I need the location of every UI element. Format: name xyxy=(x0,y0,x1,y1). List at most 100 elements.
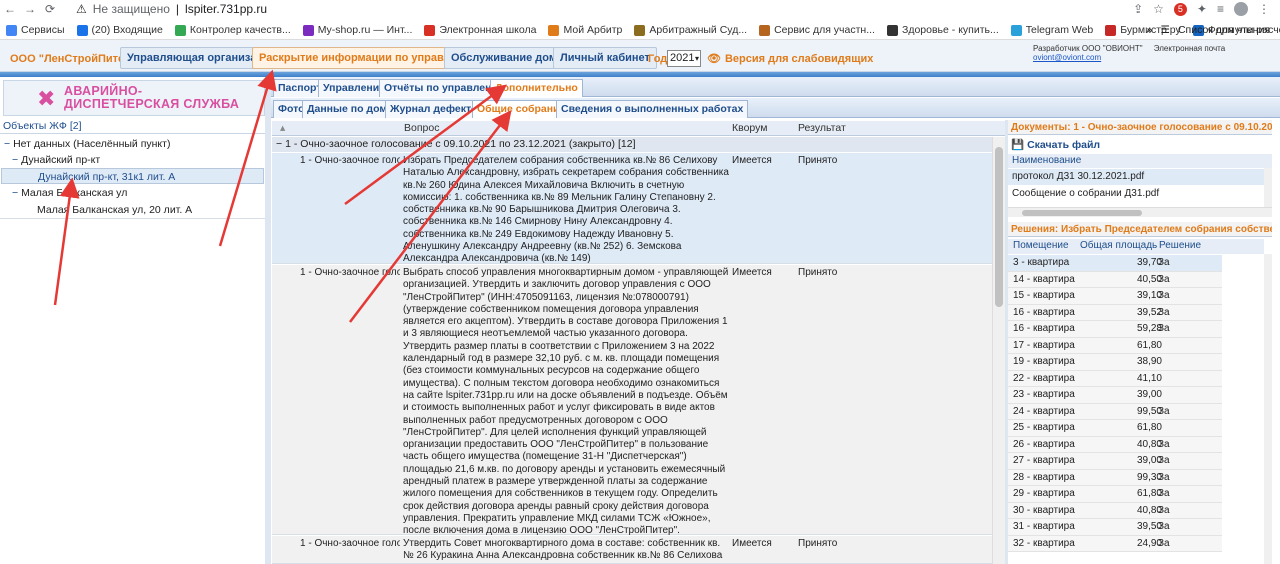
decision-cell-premises: 26 - квартира xyxy=(1013,438,1075,450)
documents-hscrollbar[interactable] xyxy=(1008,207,1272,217)
column-result[interactable]: Результат xyxy=(798,122,846,134)
column-question[interactable]: Вопрос xyxy=(404,122,439,134)
back-icon[interactable]: ← xyxy=(0,2,20,16)
bookmark-item[interactable]: Telegram Web xyxy=(1005,24,1100,36)
bookmark-label: Сервис для участн... xyxy=(774,24,875,36)
decision-cell-premises: 25 - квартира xyxy=(1013,422,1075,433)
developer-info: Разработчик ООО "ОВИОНТ" Электронная поч… xyxy=(1033,44,1280,62)
collapse-icon[interactable]: − xyxy=(12,187,18,199)
splitter[interactable] xyxy=(265,77,271,564)
extension-badge[interactable]: 5 xyxy=(1173,2,1187,16)
star-icon[interactable]: ☆ xyxy=(1153,2,1164,16)
decision-row[interactable]: 23 - квартира 39,00 xyxy=(1008,387,1222,404)
decision-row[interactable]: 19 - квартира 38,90 xyxy=(1008,354,1222,371)
decision-row[interactable]: 28 - квартира 99,30 За xyxy=(1008,469,1222,486)
bookmark-item[interactable]: Контролер качеств... xyxy=(169,24,297,36)
company-name[interactable]: ООО "ЛенСтройПитер" xyxy=(10,53,136,65)
reading-list-link[interactable]: Список для чтения xyxy=(1178,24,1270,36)
bookmark-item[interactable]: (20) Входящие xyxy=(71,24,169,36)
url-text[interactable]: lspiter.731pp.ru xyxy=(185,2,267,16)
tab-additional[interactable]: Дополнительно xyxy=(490,79,583,97)
puzzle-icon[interactable]: ✦ xyxy=(1197,2,1207,16)
emergency-service-logo[interactable]: ✖ АВАРИЙНО- ДИСПЕТЧЕРСКАЯ СЛУЖБА xyxy=(3,80,265,116)
forward-icon[interactable]: → xyxy=(20,2,40,16)
column-premises[interactable]: Помещение xyxy=(1013,240,1069,251)
decision-row[interactable]: 16 - квартира 59,28 За xyxy=(1008,321,1222,338)
decision-cell-area: 38,90 xyxy=(1136,356,1162,367)
decision-row[interactable]: 17 - квартира 61,80 xyxy=(1008,337,1222,354)
bookmark-item[interactable]: Мой Арбитр xyxy=(542,24,628,36)
tab-works-info[interactable]: Сведения о выполненных работах xyxy=(556,100,749,118)
decision-cell-area: 41,10 xyxy=(1136,372,1162,384)
avatar[interactable] xyxy=(1234,2,1248,16)
email-link[interactable]: oviont@oviont.com xyxy=(1033,53,1101,62)
decision-row[interactable]: 32 - квартира 24,90 За xyxy=(1008,535,1222,552)
bookmark-item[interactable]: Сервис для участн... xyxy=(753,24,881,36)
tree-node-locality[interactable]: − Нет данных (Населённый пункт) xyxy=(4,136,170,152)
decision-row[interactable]: 27 - квартира 39,00 За xyxy=(1008,453,1222,470)
decision-row[interactable]: 3 - квартира 39,70 За xyxy=(1008,255,1222,272)
bookmark-item[interactable]: Здоровье - купить... xyxy=(881,24,1005,36)
bookmark-item[interactable]: Электронная школа xyxy=(418,24,542,36)
decision-row[interactable]: 26 - квартира 40,80 За xyxy=(1008,436,1222,453)
tabs-main: Паспорт Управление Отчёты по управлению … xyxy=(271,77,1280,97)
download-button[interactable]: 💾 Скачать файл xyxy=(1011,137,1100,152)
bookmark-favicon-icon xyxy=(634,24,646,36)
table-row[interactable]: 1 - Очно-заочное голосо Выбрать способ у… xyxy=(272,265,992,536)
document-row[interactable]: Сообщение о собрании Д31.pdf xyxy=(1008,186,1264,202)
year-select[interactable]: 2021 ▾ xyxy=(667,50,701,67)
grid-scrollbar[interactable] xyxy=(992,137,1005,564)
sort-icon[interactable]: ▴ xyxy=(280,122,285,134)
column-decision[interactable]: Решение xyxy=(1159,240,1201,251)
collapse-icon[interactable]: − xyxy=(12,154,18,166)
decision-row[interactable]: 25 - квартира 61,80 xyxy=(1008,420,1222,437)
column-quorum[interactable]: Кворум xyxy=(732,122,768,134)
bookmark-label: (20) Входящие xyxy=(91,24,163,36)
bookmark-item[interactable]: Сервисы xyxy=(0,24,71,36)
menu-icon[interactable]: ⋮ xyxy=(1258,2,1270,16)
table-row[interactable]: 1 - Очно-заочное голосо Утвердить Совет … xyxy=(272,536,992,564)
media-icon[interactable]: ≡ xyxy=(1217,2,1224,16)
documents-header[interactable]: Наименование xyxy=(1008,154,1272,168)
tree-node-house-20[interactable]: Малая Балканская ул, 20 лит. А xyxy=(37,202,192,218)
menu-personal-account[interactable]: Личный кабинет xyxy=(553,47,657,69)
decision-row[interactable]: 14 - квартира 40,50 За xyxy=(1008,271,1222,288)
group-row[interactable]: − 1 - Очно-заочное голосование с 09.10.2… xyxy=(272,137,992,152)
bookmark-label: Мой Арбитр xyxy=(563,24,623,36)
decision-cell-vote: За xyxy=(1158,438,1170,450)
decision-row[interactable]: 31 - квартира 39,50 За xyxy=(1008,519,1222,536)
documents-scrollbar[interactable] xyxy=(1264,168,1272,207)
decision-row[interactable]: 30 - квартира 40,80 За xyxy=(1008,502,1222,519)
tree-node-street-dunaysky[interactable]: − Дунайский пр-кт xyxy=(12,152,100,168)
collapse-icon[interactable]: − xyxy=(4,138,10,150)
decision-row[interactable]: 16 - квартира 39,52 За xyxy=(1008,304,1222,321)
decision-cell-premises: 3 - квартира xyxy=(1013,257,1070,268)
address-bar[interactable]: ⚠ Не защищено | lspiter.731pp.ru xyxy=(76,0,267,18)
decision-row[interactable]: 29 - квартира 61,80 За xyxy=(1008,486,1222,503)
more-bookmarks-icon[interactable]: » xyxy=(1147,24,1153,36)
decisions-scrollbar[interactable] xyxy=(1264,254,1272,564)
cell-result: Принято xyxy=(798,538,838,549)
decision-row[interactable]: 22 - квартира 41,10 xyxy=(1008,370,1222,387)
decision-cell-premises: 32 - квартира xyxy=(1013,537,1075,549)
tree-node-house-31k1[interactable]: Дунайский пр-кт, 31к1 лит. А xyxy=(1,168,264,184)
low-vision-link[interactable]: 👁 Версия для слабовидящих xyxy=(707,52,873,66)
decision-row[interactable]: 15 - квартира 39,10 За xyxy=(1008,288,1222,305)
tab-house-data[interactable]: Данные по дому xyxy=(302,100,398,118)
scrollbar-thumb[interactable] xyxy=(1022,210,1142,216)
decision-cell-area: 39,00 xyxy=(1136,389,1162,400)
scrollbar-thumb[interactable] xyxy=(995,147,1003,307)
share-icon[interactable]: ⇪ xyxy=(1133,2,1143,16)
bookmark-item[interactable]: My-shop.ru — Инт... xyxy=(297,24,419,36)
document-row[interactable]: протокол Д31 30.12.2021.pdf xyxy=(1008,169,1264,185)
cell-meeting: 1 - Очно-заочное голосо xyxy=(300,538,400,549)
cell-result: Принято xyxy=(798,155,838,166)
bookmark-item[interactable]: Арбитражный Суд... xyxy=(628,24,753,36)
reload-icon[interactable]: ⟳ xyxy=(40,2,60,16)
save-icon: 💾 xyxy=(1011,139,1025,151)
table-row[interactable]: 1 - Очно-заочное голосо Избрать Председа… xyxy=(272,153,992,264)
decision-row[interactable]: 24 - квартира 99,50 За xyxy=(1008,403,1222,420)
collapse-icon[interactable]: − xyxy=(276,138,282,150)
column-area[interactable]: Общая площадь xyxy=(1080,240,1157,251)
tree-node-street-balkanskaya[interactable]: − Малая Балканская ул xyxy=(12,185,127,201)
